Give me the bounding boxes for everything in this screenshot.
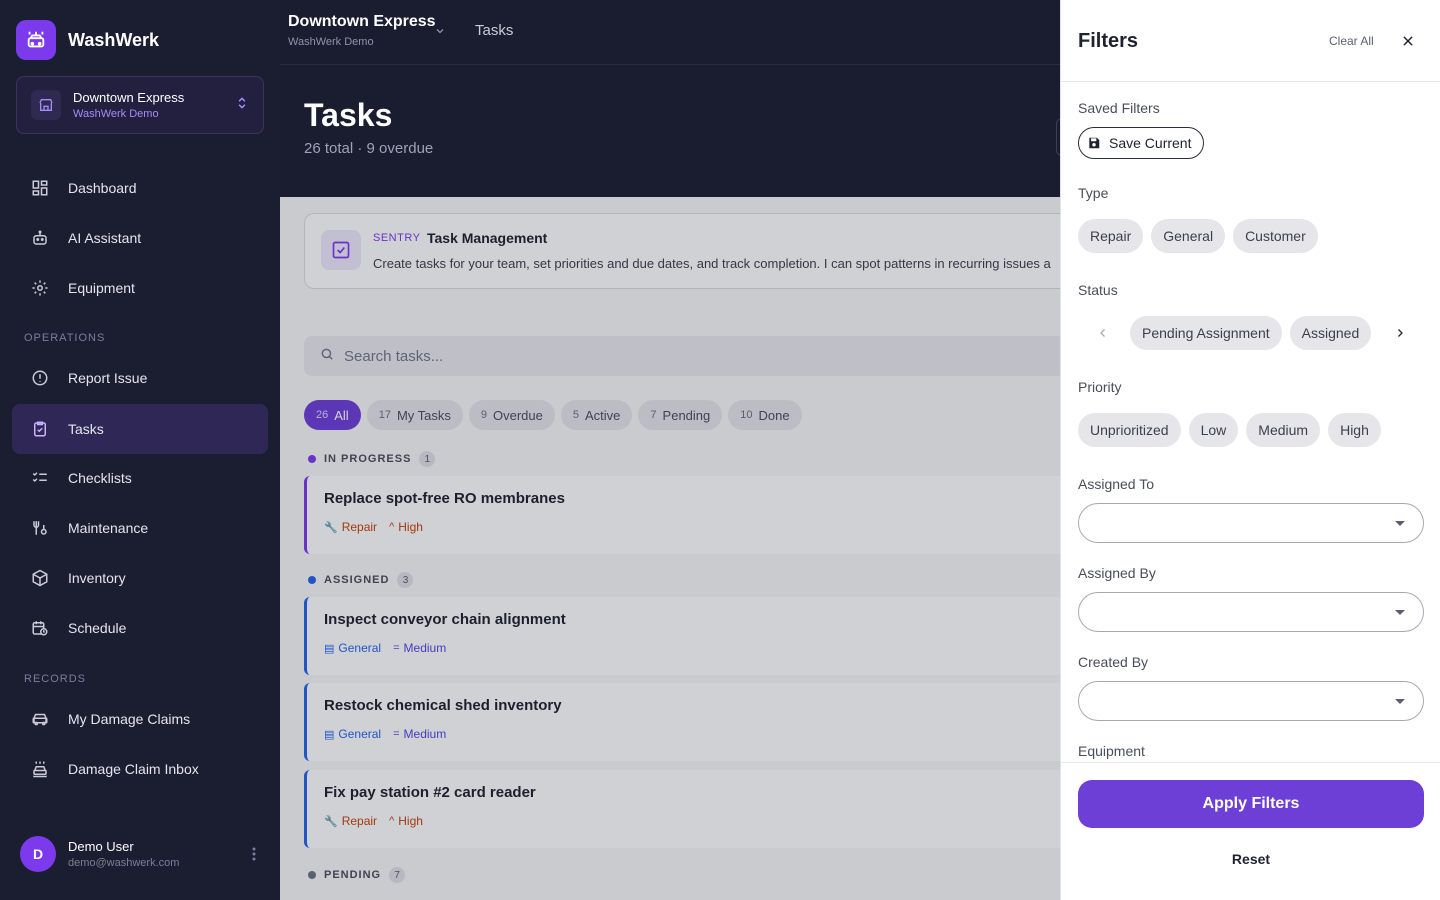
chevron-left-icon[interactable] xyxy=(1086,316,1120,350)
chevron-updown-icon xyxy=(235,96,249,115)
page-title: Tasks xyxy=(304,97,393,133)
created-by-label: Created By xyxy=(1078,654,1149,670)
modal-backdrop[interactable] xyxy=(280,197,1060,900)
chip-priority-medium[interactable]: Medium xyxy=(1246,413,1321,447)
type-chips: Repair General Customer xyxy=(1078,219,1326,253)
chip-priority-low[interactable]: Low xyxy=(1188,413,1239,447)
sidebar-item-label: Dashboard xyxy=(68,180,137,196)
box-icon xyxy=(28,566,52,590)
save-current-button[interactable]: Save Current xyxy=(1078,127,1205,159)
user-profile[interactable]: D Demo User demo@washwerk.com xyxy=(20,836,264,872)
sidebar-item-label: AI Assistant xyxy=(68,230,142,246)
status-chips: Pending Assignment Assigned xyxy=(1086,316,1417,350)
close-icon[interactable] xyxy=(1397,30,1419,52)
robot-icon xyxy=(28,226,52,250)
sidebar-item-tasks[interactable]: Tasks xyxy=(12,404,268,454)
priority-label: Priority xyxy=(1078,379,1122,395)
section-label-operations: OPERATIONS xyxy=(24,332,106,344)
saved-filters-label: Saved Filters xyxy=(1078,100,1160,116)
sidebar-item-label: Maintenance xyxy=(68,520,149,536)
sidebar-item-my-damage-claims[interactable]: My Damage Claims xyxy=(12,694,268,744)
dashboard-icon xyxy=(28,176,52,200)
filters-title: Filters xyxy=(1078,30,1139,52)
car-icon xyxy=(28,707,52,731)
org-switcher[interactable]: Downtown Express WashWerk Demo xyxy=(16,76,264,134)
assigned-by-select[interactable] xyxy=(1078,592,1424,632)
sidebar-item-report-issue[interactable]: Report Issue xyxy=(12,353,268,403)
sidebar-item-label: Tasks xyxy=(68,421,104,437)
reset-button[interactable]: Reset xyxy=(1061,851,1440,867)
sidebar-item-label: My Damage Claims xyxy=(68,711,191,727)
sidebar-scroll-fade xyxy=(0,800,280,830)
chip-status-pending-assignment[interactable]: Pending Assignment xyxy=(1130,316,1282,350)
caret-down-icon xyxy=(1395,521,1405,526)
page-subtitle: 26 total · 9 overdue xyxy=(304,140,434,157)
location-title[interactable]: Downtown Express xyxy=(288,13,436,31)
sidebar-item-checklists[interactable]: Checklists xyxy=(12,453,268,503)
save-current-label: Save Current xyxy=(1109,135,1192,151)
chevron-right-icon[interactable] xyxy=(1383,316,1417,350)
car-wash-logo-icon xyxy=(16,20,56,60)
user-name: Demo User xyxy=(68,839,134,854)
section-label-records: RECORDS xyxy=(24,673,87,685)
checklist-icon xyxy=(28,466,52,490)
user-email: demo@washwerk.com xyxy=(68,857,180,869)
clipboard-check-icon xyxy=(28,417,52,441)
created-by-select[interactable] xyxy=(1078,681,1424,721)
org-sub: WashWerk Demo xyxy=(73,108,159,120)
priority-chips: Unprioritized Low Medium High xyxy=(1078,413,1389,447)
filters-header: Filters Clear All xyxy=(1061,0,1440,82)
sidebar-item-label: Damage Claim Inbox xyxy=(68,761,199,777)
save-icon xyxy=(1087,136,1101,150)
sidebar: WashWerk Downtown Express WashWerk Demo … xyxy=(0,0,280,900)
filters-panel: Filters Clear All Saved Filters Save Cur… xyxy=(1060,0,1440,900)
chip-type-repair[interactable]: Repair xyxy=(1078,219,1144,253)
status-label: Status xyxy=(1078,282,1118,298)
gear-icon xyxy=(28,276,52,300)
sidebar-item-label: Checklists xyxy=(68,470,132,486)
chip-type-customer[interactable]: Customer xyxy=(1233,219,1318,253)
location-subtitle: WashWerk Demo xyxy=(288,36,374,48)
type-label: Type xyxy=(1078,185,1109,201)
sidebar-item-label: Report Issue xyxy=(68,370,148,386)
org-name: Downtown Express xyxy=(73,90,185,105)
clear-all-button[interactable]: Clear All xyxy=(1329,34,1374,48)
chip-priority-unprioritized[interactable]: Unprioritized xyxy=(1078,413,1181,447)
sidebar-item-inventory[interactable]: Inventory xyxy=(12,553,268,603)
equipment-label: Equipment xyxy=(1078,743,1145,759)
apply-filters-button[interactable]: Apply Filters xyxy=(1078,780,1424,828)
chip-type-general[interactable]: General xyxy=(1151,219,1226,253)
chevron-down-icon[interactable] xyxy=(434,24,446,42)
chip-status-assigned[interactable]: Assigned xyxy=(1289,316,1372,350)
calendar-clock-icon xyxy=(28,616,52,640)
avatar: D xyxy=(20,836,56,872)
alert-circle-icon xyxy=(28,366,52,390)
car-wash-icon xyxy=(28,757,52,781)
sidebar-item-ai-assistant[interactable]: AI Assistant xyxy=(12,213,268,263)
assigned-to-label: Assigned To xyxy=(1078,476,1155,492)
chip-priority-high[interactable]: High xyxy=(1328,413,1381,447)
top-bar: Downtown Express WashWerk Demo Tasks xyxy=(280,0,1060,65)
sidebar-item-label: Equipment xyxy=(68,280,135,296)
sidebar-item-equipment[interactable]: Equipment xyxy=(12,263,268,313)
filters-footer: Apply Filters Reset xyxy=(1061,762,1440,900)
caret-down-icon xyxy=(1395,699,1405,704)
caret-down-icon xyxy=(1395,610,1405,615)
store-icon xyxy=(31,90,61,120)
assigned-by-label: Assigned By xyxy=(1078,565,1156,581)
sidebar-item-schedule[interactable]: Schedule xyxy=(12,603,268,653)
app-name: WashWerk xyxy=(68,29,160,50)
sidebar-item-label: Inventory xyxy=(68,570,126,586)
sidebar-item-dashboard[interactable]: Dashboard xyxy=(12,163,268,213)
brand[interactable]: WashWerk xyxy=(16,20,159,60)
page-header: Tasks 26 total · 9 overdue xyxy=(280,65,1062,197)
sidebar-item-maintenance[interactable]: Maintenance xyxy=(12,503,268,553)
assigned-to-select[interactable] xyxy=(1078,503,1424,543)
more-vertical-icon[interactable] xyxy=(244,844,264,864)
sidebar-item-label: Schedule xyxy=(68,620,127,636)
breadcrumb: Tasks xyxy=(475,22,514,39)
wrench-icon xyxy=(28,516,52,540)
sidebar-item-damage-claim-inbox[interactable]: Damage Claim Inbox xyxy=(12,744,268,794)
